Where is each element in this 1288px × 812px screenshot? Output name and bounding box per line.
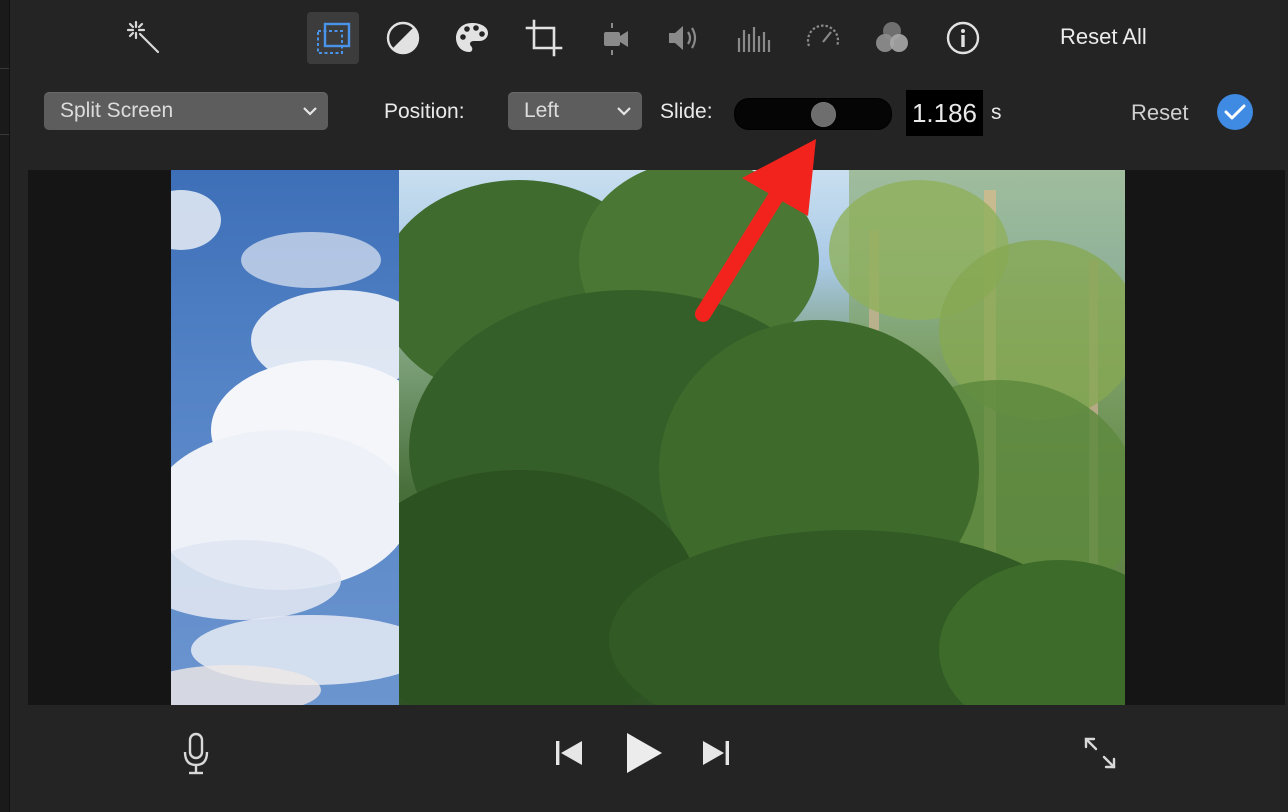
reset-all-button[interactable]: Reset All [1060, 24, 1147, 50]
overlay-controls: Split Screen Position: Left Slide: 1.186… [0, 80, 1288, 150]
info-icon[interactable] [937, 12, 989, 64]
magic-wand-icon[interactable] [118, 12, 170, 64]
video-overlay-icon[interactable] [307, 12, 359, 64]
speed-gauge-icon[interactable] [797, 12, 849, 64]
position-value: Left [524, 99, 560, 122]
color-palette-icon[interactable] [446, 12, 498, 64]
position-select[interactable]: Left [508, 92, 642, 130]
chevron-down-icon [616, 92, 632, 130]
position-label: Position: [384, 100, 465, 123]
volume-icon[interactable] [657, 12, 709, 64]
play-icon[interactable] [622, 729, 666, 777]
fullscreen-icon[interactable] [1082, 735, 1118, 771]
reset-button[interactable]: Reset [1131, 100, 1188, 126]
slide-label: Slide: [660, 100, 713, 123]
overlay-style-value: Split Screen [60, 99, 174, 122]
preview-frame [171, 170, 1125, 705]
video-viewer[interactable] [28, 170, 1285, 705]
split-screen-right-clip [399, 170, 1125, 705]
stabilization-icon[interactable] [588, 12, 640, 64]
equalizer-icon[interactable] [727, 12, 779, 64]
color-balance-icon[interactable] [377, 12, 429, 64]
skip-forward-icon[interactable] [700, 737, 732, 769]
crop-icon[interactable] [518, 12, 570, 64]
slide-slider[interactable] [734, 98, 892, 130]
split-screen-left-clip [171, 170, 399, 705]
filters-icon[interactable] [866, 12, 918, 64]
slide-unit-label: s [991, 101, 1002, 124]
adjustments-toolbar: Reset All [0, 0, 1288, 76]
chevron-down-icon [302, 92, 318, 130]
slide-duration-field[interactable]: 1.186 [906, 90, 983, 136]
overlay-style-select[interactable]: Split Screen [44, 92, 328, 130]
slide-slider-handle[interactable] [810, 102, 836, 127]
microphone-icon[interactable] [180, 731, 212, 777]
apply-checkmark-button[interactable] [1217, 94, 1253, 130]
playback-bar [0, 715, 1288, 812]
checkmark-icon [1224, 104, 1246, 120]
skip-back-icon[interactable] [553, 737, 585, 769]
